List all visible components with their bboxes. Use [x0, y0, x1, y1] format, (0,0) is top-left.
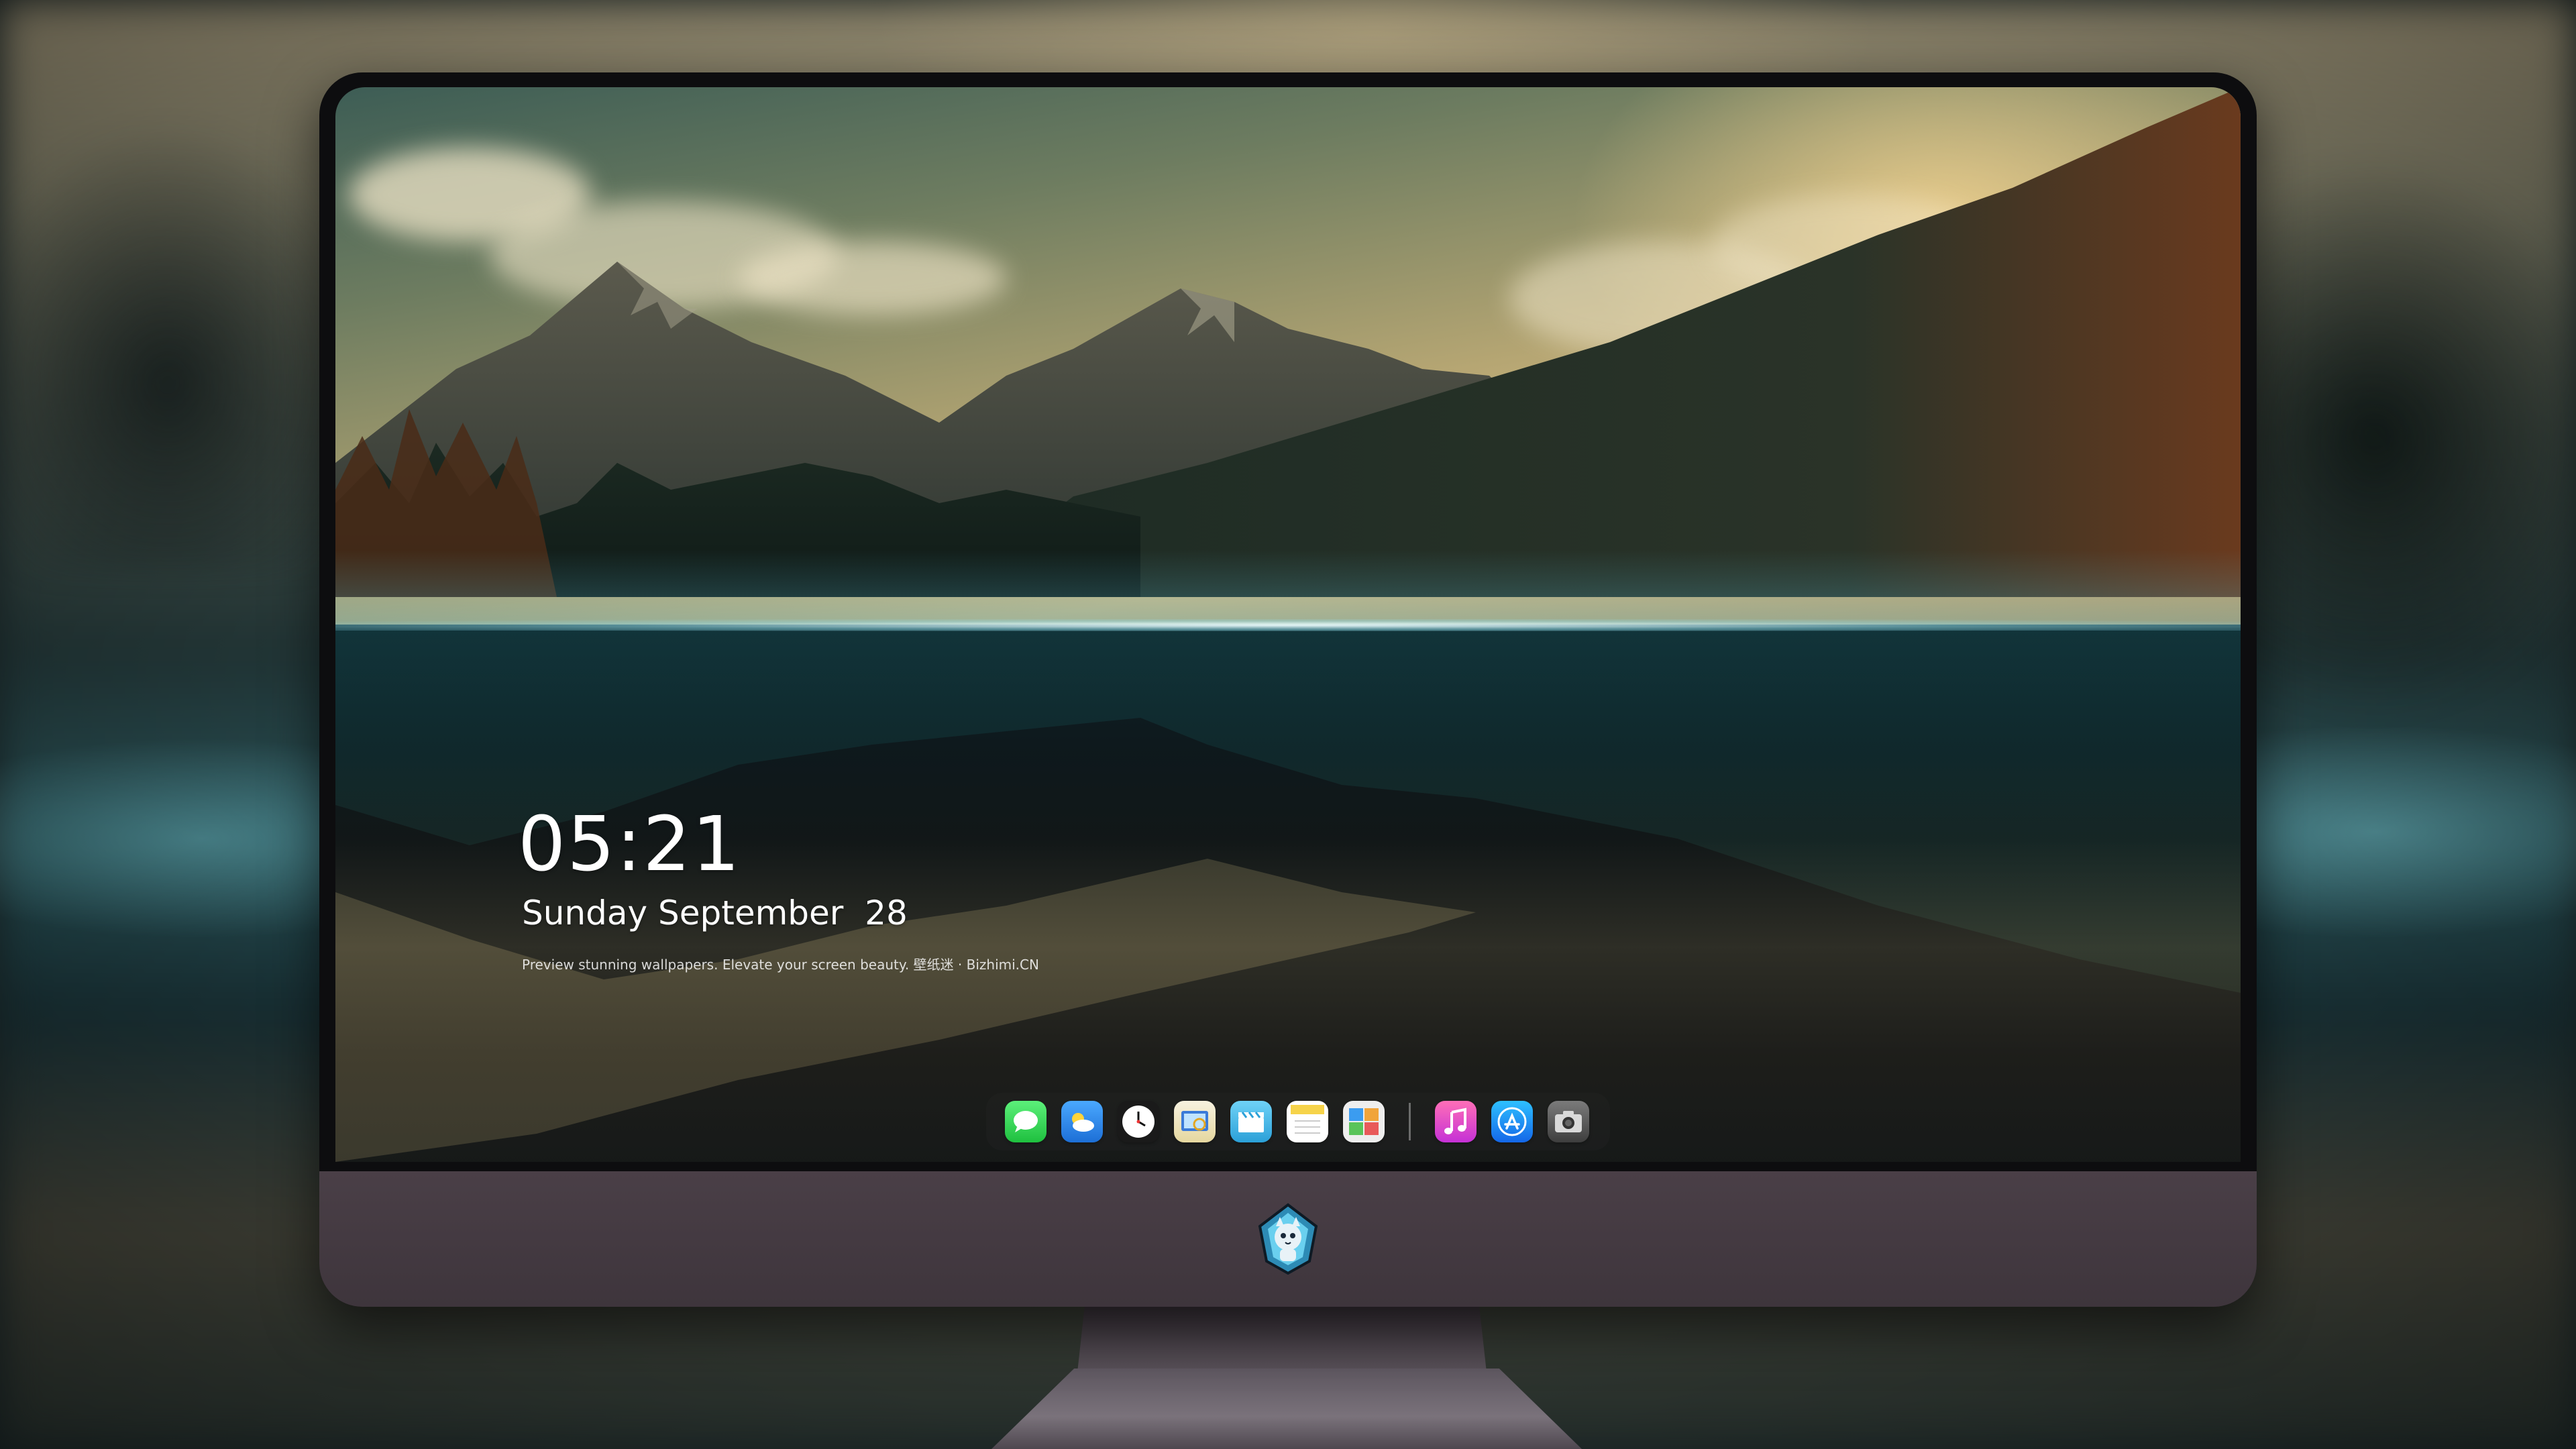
monitor: 05:21 Sunday September 28 Preview stunni…	[319, 72, 2257, 1307]
photo-booth-icon[interactable]	[1343, 1101, 1385, 1142]
monitor-stand-base	[991, 1368, 1582, 1449]
preview-icon[interactable]	[1174, 1101, 1216, 1142]
wallpaper-tagline: Preview stunning wallpapers. Elevate you…	[522, 957, 1039, 973]
dock	[986, 1093, 1610, 1150]
lock-screen-time: 05:21	[518, 801, 741, 888]
music-icon[interactable]	[1435, 1101, 1477, 1142]
messages-icon[interactable]	[1005, 1101, 1046, 1142]
mascot-logo	[1256, 1202, 1320, 1276]
dock-separator	[1409, 1103, 1411, 1140]
notes-icon[interactable]	[1287, 1101, 1328, 1142]
screen: 05:21 Sunday September 28 Preview stunni…	[335, 87, 2241, 1162]
camera-icon[interactable]	[1548, 1101, 1589, 1142]
weather-icon[interactable]	[1061, 1101, 1103, 1142]
app-store-icon[interactable]	[1491, 1101, 1533, 1142]
clock-icon[interactable]	[1118, 1101, 1159, 1142]
clips-icon[interactable]	[1230, 1101, 1272, 1142]
wallpaper	[335, 87, 2241, 1162]
lock-screen-date: Sunday September 28	[522, 894, 908, 932]
